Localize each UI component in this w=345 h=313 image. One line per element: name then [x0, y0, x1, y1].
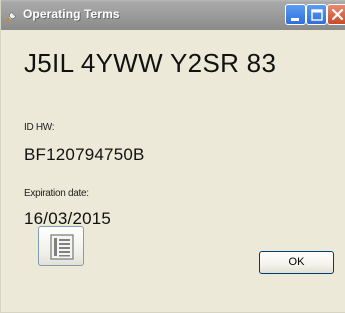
- close-icon: [331, 8, 344, 21]
- minimize-button[interactable]: [285, 4, 306, 25]
- id-hw-value: BF120794750B: [24, 145, 145, 164]
- license-serial: J5IL 4YWW Y2SR 83: [24, 48, 277, 78]
- maximize-icon: [311, 9, 323, 21]
- minimize-icon: [291, 18, 299, 21]
- close-button[interactable]: [327, 4, 345, 25]
- details-button[interactable]: [38, 226, 84, 266]
- window-title: Operating Terms: [23, 7, 120, 21]
- expiration-label: Expiration date:: [24, 188, 89, 199]
- maximize-button[interactable]: [306, 4, 327, 25]
- title-bar[interactable]: Operating Terms: [1, 0, 345, 30]
- ok-button[interactable]: OK: [259, 251, 334, 274]
- tools-icon: [5, 8, 19, 23]
- operating-terms-window: Operating Terms J5IL 4YWW Y2SR 83 ID HW:…: [0, 0, 345, 313]
- list-document-icon: [50, 234, 74, 260]
- id-hw-label: ID HW:: [24, 122, 55, 133]
